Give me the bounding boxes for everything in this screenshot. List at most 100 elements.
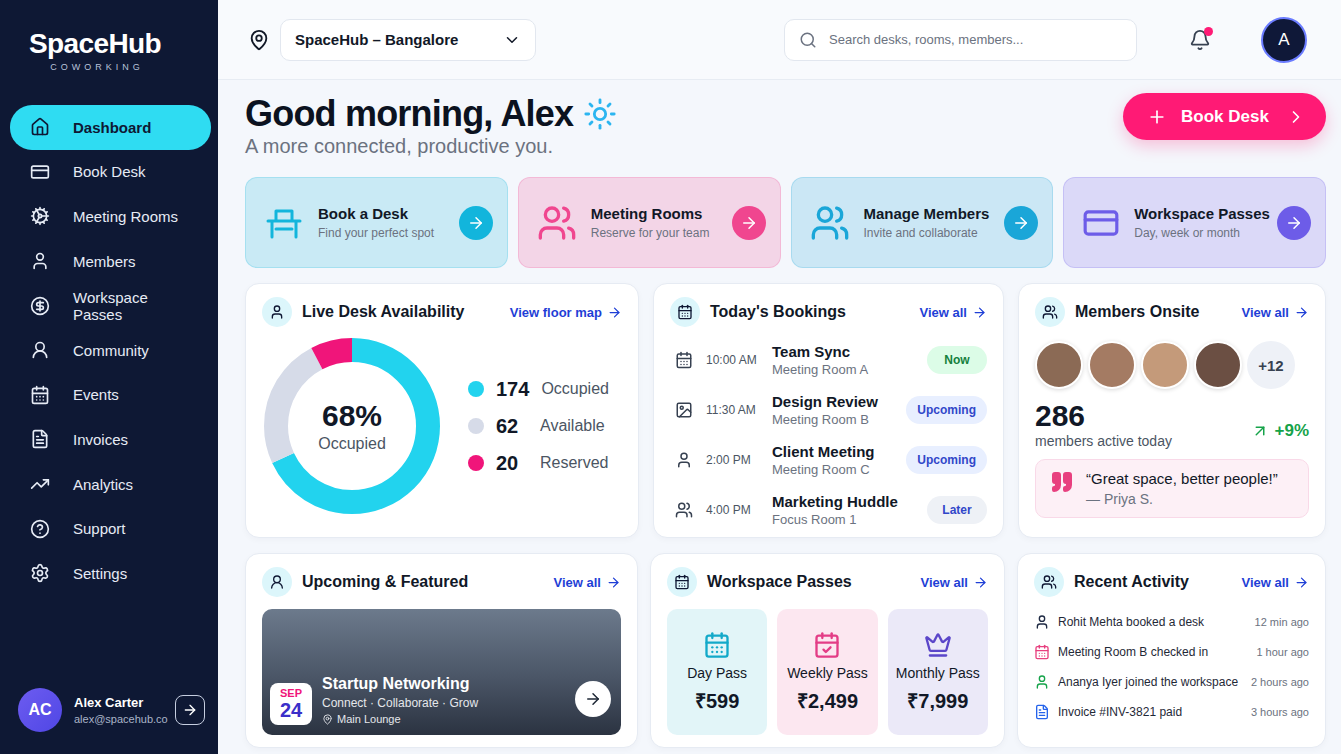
- activity-panel: Recent Activity View all Rohit Mehta booke…: [1017, 553, 1326, 748]
- people-icon: [810, 203, 850, 243]
- member-avatar[interactable]: [1035, 341, 1083, 389]
- pass-name: Monthly Pass: [896, 665, 980, 681]
- activity-time: 3 hours ago: [1251, 706, 1309, 718]
- view-link[interactable]: View all: [920, 305, 987, 320]
- activity-row[interactable]: Ananya Iyer joined the workspace2 hours …: [1034, 667, 1309, 697]
- pass-card[interactable]: Monthly Pass₹7,999: [888, 609, 988, 735]
- donut-segment: [276, 350, 428, 502]
- panel-header: Recent Activity View all: [1034, 567, 1309, 597]
- brand-logo[interactable]: SpaceHub COWORKING: [29, 28, 161, 72]
- app-shell: SpaceHubCOWORKINGDashboardBook DeskMeeti…: [0, 0, 1341, 754]
- activity-row[interactable]: Rohit Mehta booked a desk12 min ago: [1034, 607, 1309, 637]
- avatar-row: +12: [1035, 341, 1309, 389]
- pass-name: Day Pass: [687, 665, 747, 681]
- nav-icon: [30, 385, 50, 405]
- quick-action-card[interactable]: Meeting RoomsReserve for your team: [518, 177, 781, 268]
- donut-segment: [276, 350, 428, 502]
- sidebar-item[interactable]: Settings: [10, 551, 211, 596]
- panel-title: Recent Activity: [1074, 573, 1189, 591]
- quick-action-card[interactable]: Book a DeskFind your perfect spot: [245, 177, 508, 268]
- arrow-right-icon: [182, 702, 198, 718]
- nav-icon: [30, 340, 50, 360]
- user-name: Alex Carter: [74, 695, 163, 710]
- arrow-button[interactable]: [459, 206, 493, 240]
- booking-row[interactable]: 4:00 PMMarketing HuddleFocus Room 1Later: [670, 485, 987, 535]
- activity-icon: [1034, 704, 1050, 720]
- arrow-button[interactable]: [1277, 206, 1311, 240]
- nav-icon: [30, 519, 50, 539]
- sidebar-item[interactable]: Members: [10, 239, 211, 284]
- arrow-right-icon: [973, 575, 988, 590]
- calendar-icon: [677, 304, 693, 320]
- pass-icon: [813, 631, 841, 659]
- brand-name: SpaceHub: [29, 28, 161, 60]
- view-link[interactable]: View all: [921, 575, 988, 590]
- map-pin-icon: [248, 29, 270, 51]
- activity-row[interactable]: Meeting Room B checked in1 hour ago: [1034, 637, 1309, 667]
- sidebar-item[interactable]: Analytics: [10, 462, 211, 507]
- sidebar-item[interactable]: Invoices: [10, 417, 211, 462]
- panel-header: Upcoming & FeaturedView all: [262, 567, 621, 597]
- search-box[interactable]: [784, 19, 1137, 61]
- view-link[interactable]: View all: [1242, 575, 1309, 590]
- activity-text: Ananya Iyer joined the workspace: [1058, 675, 1243, 689]
- member-avatar[interactable]: [1088, 341, 1136, 389]
- quick-action-title: Manage Members: [864, 205, 990, 222]
- user-avatar[interactable]: AC: [18, 688, 62, 732]
- sidebar-item[interactable]: Community: [10, 328, 211, 373]
- arrow-right-icon: [584, 690, 602, 708]
- plus-icon: [1147, 107, 1167, 127]
- quick-action-title: Workspace Passes: [1134, 205, 1263, 222]
- donut-segment: [276, 350, 428, 502]
- search-input[interactable]: [827, 31, 1122, 48]
- member-avatar[interactable]: [1194, 341, 1242, 389]
- user-card: AC Alex Carter alex@spacehub.co: [10, 688, 211, 732]
- people-icon: [537, 203, 577, 243]
- user-email: alex@spacehub.co: [74, 713, 163, 725]
- quick-action-card[interactable]: Workspace PassesDay, week or month: [1063, 177, 1326, 268]
- booking-row[interactable]: 11:30 AMDesign ReviewMeeting Room BUpcom…: [670, 385, 987, 435]
- sidebar-item[interactable]: Events: [10, 373, 211, 418]
- member-avatar[interactable]: [1141, 341, 1189, 389]
- panel-row: Upcoming & FeaturedView all SEP24Startup …: [245, 553, 1326, 748]
- booking-icon: [675, 451, 693, 469]
- quick-action-card[interactable]: Manage MembersInvite and collaborate: [791, 177, 1054, 268]
- activity-row[interactable]: Invoice #INV-3821 paid3 hours ago: [1034, 697, 1309, 727]
- content: Good morning, AlexA more connected, prod…: [218, 80, 1341, 754]
- view-link[interactable]: View all: [1242, 305, 1309, 320]
- view-link[interactable]: View floor map: [510, 305, 622, 320]
- arrow-button[interactable]: [732, 206, 766, 240]
- activity-time: 1 hour ago: [1256, 646, 1309, 658]
- pass-card-icon: [1082, 203, 1120, 243]
- sidebar-item[interactable]: Meeting Rooms: [10, 194, 211, 239]
- sidebar-item[interactable]: Support: [10, 506, 211, 551]
- brand-tagline: COWORKING: [46, 62, 144, 72]
- sidebar-item[interactable]: Dashboard: [10, 105, 211, 150]
- notifications-button[interactable]: [1189, 29, 1211, 51]
- chevron-down-icon: [503, 31, 521, 49]
- more-members[interactable]: +12: [1247, 341, 1295, 389]
- booking-title: Design Review: [772, 393, 898, 410]
- event-card[interactable]: SEP24Startup NetworkingConnect · Collabo…: [262, 609, 621, 735]
- booking-row[interactable]: 10:00 AMTeam SyncMeeting Room ANow: [670, 335, 987, 385]
- quick-action-title: Meeting Rooms: [591, 205, 710, 222]
- header-badge: [667, 567, 697, 597]
- view-link[interactable]: View all: [554, 575, 621, 590]
- legend-dot: [468, 381, 484, 397]
- sidebar-item[interactable]: Book Desk: [10, 150, 211, 195]
- arrow-right-icon: [1294, 575, 1309, 590]
- sidebar-nav: DashboardBook DeskMeeting RoomsMembersWo…: [10, 105, 211, 596]
- pass-card[interactable]: Day Pass₹599: [667, 609, 767, 735]
- book-desk-button[interactable]: Book Desk: [1123, 93, 1326, 140]
- booking-room: Focus Room 1: [772, 512, 919, 527]
- logout-button[interactable]: [175, 695, 205, 725]
- arrow-right-icon: [607, 305, 622, 320]
- location-select[interactable]: SpaceHub – Bangalore: [280, 19, 536, 61]
- sidebar-item[interactable]: Workspace Passes: [10, 283, 211, 328]
- pass-card[interactable]: Weekly Pass₹2,499: [777, 609, 877, 735]
- arrow-button[interactable]: [1004, 206, 1038, 240]
- event-open-button[interactable]: [575, 681, 611, 717]
- booking-row[interactable]: 2:00 PMClient MeetingMeeting Room CUpcom…: [670, 435, 987, 485]
- greeting: Good morning, AlexA more connected, prod…: [245, 93, 1326, 163]
- profile-avatar[interactable]: A: [1261, 17, 1307, 63]
